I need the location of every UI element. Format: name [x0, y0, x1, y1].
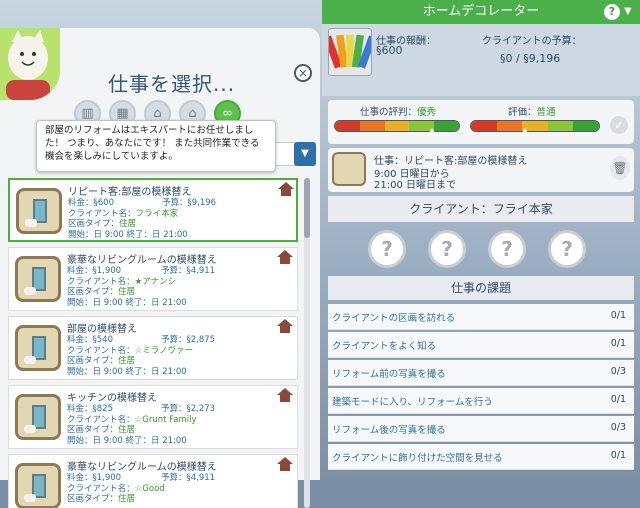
renovation-icon: [15, 325, 61, 371]
task-label: リフォーム前の写真を撮る: [332, 369, 446, 380]
evaluation-bar: [470, 120, 600, 132]
page-title: 仕事を選択...: [108, 72, 236, 96]
task-label: クライアントをよく知る: [332, 341, 437, 352]
task-item[interactable]: クライアントをよく知る 0/1: [328, 332, 634, 358]
house-icon: [277, 319, 293, 333]
task-count: 0/1: [610, 450, 626, 461]
client-traits: ? ? ? ?: [368, 230, 586, 268]
house-icon: [277, 388, 293, 402]
renovation-icon: [16, 188, 62, 234]
unknown-trait-icon[interactable]: ?: [428, 230, 466, 268]
current-job: 仕事：リピート客:部屋の模様替え 9:00 日曜日から 21:00 日曜日まで …: [328, 148, 634, 192]
task-item[interactable]: クライアントに飾り付けた空間を見せる 0/1: [328, 444, 634, 470]
task-count: 0/1: [610, 394, 626, 405]
payment-summary: 仕事の報酬： §600 クライアントの予算： §0 / §9,196 ?: [322, 24, 640, 122]
house-icon: [277, 457, 293, 471]
reputation-marker: [427, 128, 438, 136]
current-job-end: 21:00 日曜日まで: [374, 180, 456, 191]
reputation-label: 仕事の評判：優秀: [360, 107, 437, 118]
task-label: クライアントの区画を訪れる: [332, 313, 456, 324]
budget-value: §0 / §9,196: [500, 52, 561, 65]
rating-box: 仕事の評判：優秀 評価：普通 ✓: [328, 100, 634, 144]
job-card[interactable]: 豪華なリビングルームの模様替え 料金：§1,900 予算：§4,911 クライア…: [8, 247, 298, 311]
job-time: 開始：日 9:00 終了：日 21:00: [67, 436, 187, 446]
client-heading: クライアント：フライ本家: [328, 196, 634, 222]
task-item[interactable]: リフォーム前の写真を撮る 0/3: [328, 360, 634, 386]
job-area: 区画タイプ：住居: [67, 494, 136, 504]
renovation-icon: [15, 463, 61, 508]
task-list: クライアントの区画を訪れる 0/1 クライアントをよく知る 0/1 リフォーム前の写…: [328, 304, 634, 472]
job-budget: 予算：§4,911: [161, 473, 216, 483]
tooltip: 部屋のリフォームはエキスパートにお任せしました！ つまり、あなたにです！ また共…: [36, 120, 276, 172]
job-time: 開始：日 9:00 終了：日 21:00: [67, 367, 187, 377]
checkmark-icon[interactable]: ✓: [610, 116, 628, 134]
unknown-trait-icon[interactable]: ?: [368, 230, 406, 268]
tasks-heading: 仕事の課題: [328, 276, 634, 300]
renovation-icon: [15, 394, 61, 440]
chevron-down-icon[interactable]: ▼: [624, 6, 632, 17]
job-card[interactable]: 部屋の模様替え 料金：§540 予算：§2,875 クライアント名：☆ミラノヴァ…: [8, 316, 298, 380]
task-count: 0/1: [610, 310, 626, 321]
task-count: 0/3: [610, 422, 626, 433]
task-label: クライアントに飾り付けた空間を見せる: [332, 453, 503, 464]
renovation-icon: [15, 256, 61, 302]
job-detail-panel: ホームデコレーター ? ▼ 仕事の報酬： §600 クライアントの予算： §0 …: [322, 0, 640, 480]
house-icon: [277, 250, 293, 264]
avatar: [0, 28, 60, 100]
help-icon[interactable]: ?: [604, 4, 620, 20]
scrollbar[interactable]: [304, 178, 310, 508]
task-item[interactable]: 建築モードに入り、リフォームを行う 0/1: [328, 388, 634, 414]
unknown-trait-icon[interactable]: ?: [488, 230, 526, 268]
scroll-thumb[interactable]: [304, 178, 310, 238]
task-label: リフォーム後の写真を撮る: [332, 425, 446, 436]
budget-label: クライアントの予算：: [482, 36, 582, 47]
job-time: 開始：日 9:00 終了：日 21:00: [67, 298, 187, 308]
job-card[interactable]: リピート客:部屋の模様替え 料金：§600 予算：§9,196 クライアント名：…: [8, 178, 298, 242]
trash-icon[interactable]: 🗑: [610, 156, 630, 180]
unknown-trait-icon[interactable]: ?: [548, 230, 586, 268]
task-item[interactable]: クライアントの区画を訪れる 0/1: [328, 304, 634, 330]
close-button[interactable]: ×: [294, 64, 312, 82]
evaluation-marker: [519, 128, 530, 136]
renovation-icon: [332, 152, 366, 186]
task-item[interactable]: リフォーム後の写真を撮る 0/3: [328, 416, 634, 442]
job-card[interactable]: キッチンの模様替え 料金：§825 予算：§2,273 クライアント名：☆Gru…: [8, 385, 298, 449]
evaluation-label: 評価：普通: [508, 107, 556, 118]
chevron-down-icon[interactable]: ▼: [294, 142, 316, 166]
pay-value: §600: [376, 44, 403, 57]
task-count: 0/3: [610, 366, 626, 377]
job-selection-panel: 仕事を選択... × ▥ ▦ ⌂ ⌂ ∞ ▼ 部屋のリフォームはエキスパートにお…: [0, 28, 320, 508]
job-time: 開始：日 9:00 終了：日 21:00: [68, 230, 188, 240]
reputation-bar: [334, 120, 460, 132]
job-card[interactable]: 豪華なリビングルームの模様替え 料金：§1,900 予算：§4,911 クライア…: [8, 454, 298, 508]
job-list: リピート客:部屋の模様替え 料金：§600 予算：§9,196 クライアント名：…: [8, 178, 302, 508]
house-icon: [278, 182, 294, 196]
task-label: 建築モードに入り、リフォームを行う: [332, 397, 493, 408]
task-count: 0/1: [610, 338, 626, 349]
color-swatch-icon: [328, 28, 372, 76]
career-title: ホームデコレーター: [322, 0, 640, 24]
